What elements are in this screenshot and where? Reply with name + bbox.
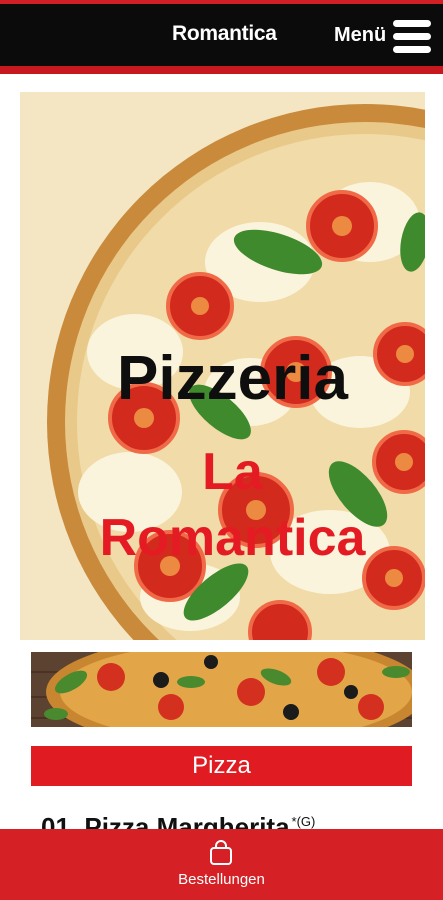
hero-subtitle-line2: Romantica — [99, 509, 366, 567]
hero-banner: Pizzeria La Romantica — [20, 92, 425, 640]
menu-item-markers: *(G) — [291, 814, 316, 830]
shopping-bag-icon[interactable] — [208, 840, 234, 866]
menu-label[interactable]: Menü — [334, 24, 386, 47]
header-red-stripe — [0, 66, 443, 74]
hamburger-menu-icon[interactable] — [393, 18, 431, 56]
brand-title[interactable]: Romantica — [172, 22, 277, 46]
pizza-banner-image — [31, 652, 412, 727]
app-header: Romantica Menü — [0, 4, 443, 66]
section-header-pizza[interactable]: Pizza — [31, 746, 412, 786]
bottom-nav-label: Bestellungen — [178, 871, 265, 888]
hero-subtitle-line1: La — [202, 443, 263, 501]
hero-title: Pizzeria — [117, 344, 348, 413]
bottom-nav-orders[interactable]: Bestellungen — [0, 829, 443, 900]
